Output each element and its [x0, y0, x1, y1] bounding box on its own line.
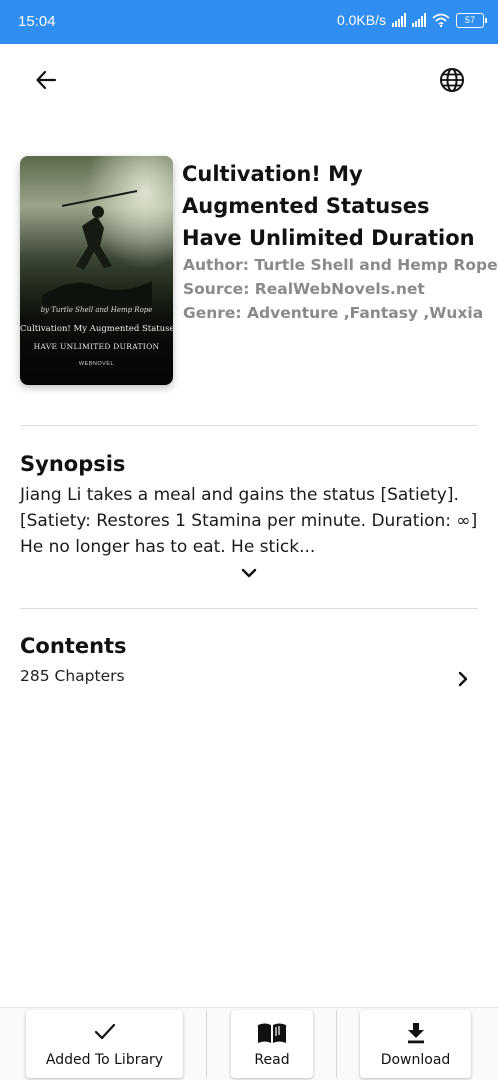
- signal-icon: [412, 13, 426, 27]
- divider: [20, 608, 478, 609]
- globe-icon: [440, 68, 464, 92]
- status-time: 15:04: [18, 13, 56, 30]
- synopsis-text[interactable]: Jiang Li takes a meal and gains the stat…: [20, 482, 482, 560]
- cover-title: Cultivation! My Augmented Statuses: [20, 324, 173, 334]
- cover-publisher-logo: WEBNOVEL: [78, 361, 115, 367]
- status-bar: 15:04 0.0KB/s 57: [0, 0, 498, 44]
- read-button[interactable]: Read: [231, 1010, 313, 1078]
- divider: [20, 425, 478, 426]
- cover-subtitle: HAVE UNLIMITED DURATION: [33, 342, 160, 351]
- read-label: Read: [254, 1052, 290, 1068]
- book-cover: by Turtle Shell and Hemp Rope Cultivatio…: [20, 156, 173, 385]
- open-contents-button[interactable]: [452, 668, 474, 690]
- cover-byline: by Turtle Shell and Hemp Rope: [40, 306, 153, 314]
- download-button[interactable]: Download: [360, 1010, 471, 1078]
- added-to-library-button[interactable]: Added To Library: [26, 1010, 183, 1078]
- book-genre: Genre: Adventure ,Fantasy ,Wuxia: [183, 304, 484, 322]
- book-open-icon: [258, 1023, 286, 1043]
- arrow-left-icon: [36, 70, 57, 90]
- wifi-icon: [432, 13, 450, 27]
- synopsis-heading: Synopsis: [20, 452, 126, 476]
- chevron-right-icon: [458, 671, 468, 687]
- divider: [336, 1010, 337, 1078]
- book-author: Author: Turtle Shell and Hemp Rope: [183, 256, 498, 274]
- download-icon: [407, 1023, 424, 1044]
- check-icon: [94, 1023, 115, 1040]
- battery-icon: 57: [456, 12, 487, 28]
- divider: [206, 1010, 207, 1078]
- contents-heading[interactable]: Contents: [20, 634, 127, 658]
- back-button[interactable]: [26, 60, 66, 100]
- signal-icon: [392, 13, 406, 27]
- chevron-down-icon: [241, 568, 257, 578]
- chapter-count[interactable]: 285 Chapters: [20, 667, 125, 685]
- added-to-library-label: Added To Library: [45, 1052, 164, 1068]
- network-speed: 0.0KB/s: [336, 12, 386, 28]
- book-title: Cultivation! My Augmented Statuses Have …: [182, 162, 475, 250]
- book-source: Source: RealWebNovels.net: [183, 280, 425, 298]
- download-label: Download: [380, 1052, 451, 1068]
- status-indicators: 0.0KB/s 57: [336, 12, 487, 28]
- expand-synopsis-button[interactable]: [236, 562, 262, 584]
- cover-artwork: [42, 190, 152, 306]
- language-button[interactable]: [432, 60, 472, 100]
